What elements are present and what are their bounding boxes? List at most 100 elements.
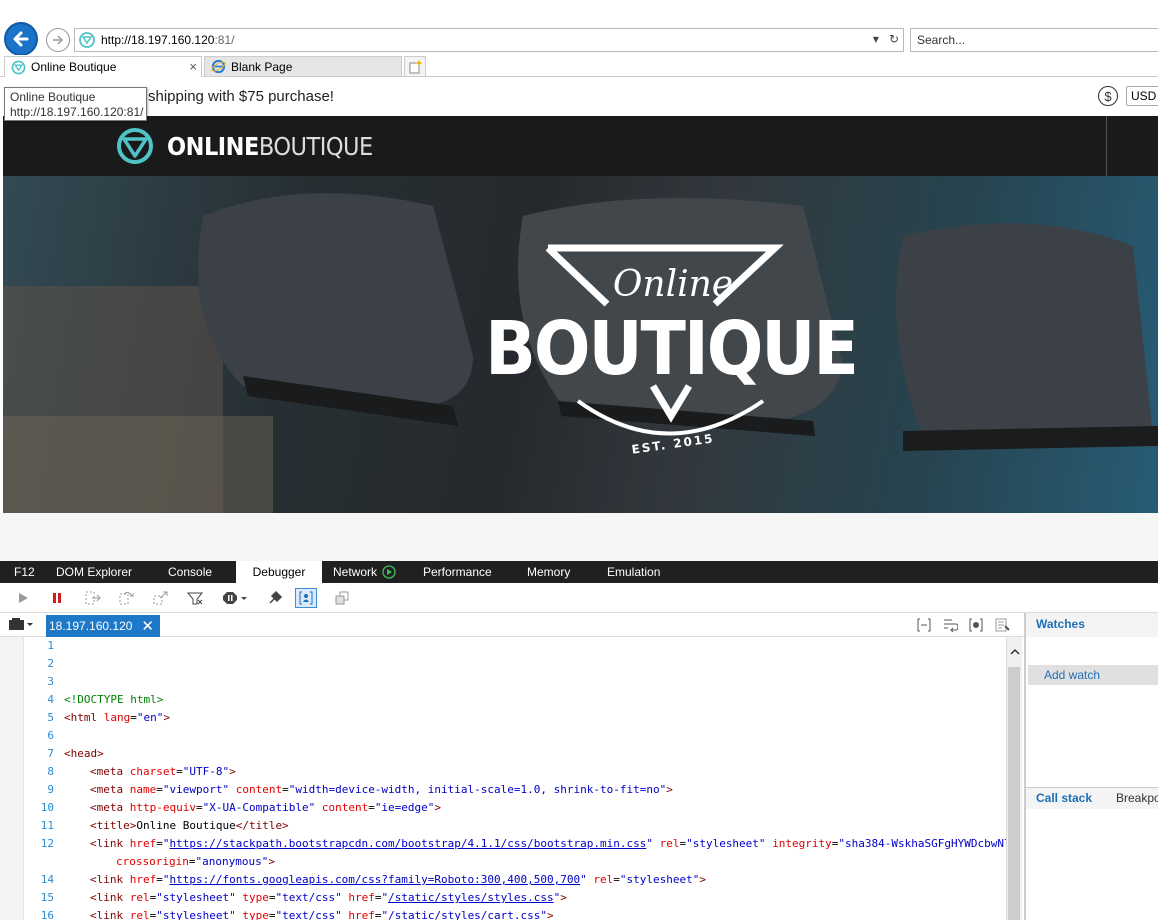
add-watch-button[interactable]: Add watch [1028,665,1158,685]
hero-script-text: Online [613,264,733,305]
code-line: 1 [47,639,54,652]
hero-image: Online BOUTIQUE EST. 2015 [3,176,1158,513]
pretty-print-button[interactable] [331,588,353,608]
code-line: 10 <meta http-equiv="X-UA-Compatible" co… [40,801,442,814]
tooltip-title: Online Boutique [10,90,96,104]
close-tab-icon[interactable]: × [189,59,197,74]
file-tab-label: 18.197.160.120 [49,619,133,633]
word-wrap-icon[interactable] [942,617,958,633]
currency-select[interactable]: USD [1126,86,1158,106]
scroll-up-icon[interactable] [1008,645,1022,659]
code-line: 11 <title>Online Boutique</title> [40,819,289,832]
tab-performance[interactable]: Performance [423,561,492,583]
folder-icon [9,618,33,630]
code-line: 4 <!DOCTYPE html> [47,693,164,706]
devtools-tab-bar: F12 DOM Explorer Console Debugger Networ… [0,561,1158,583]
code-line: 2 [47,657,54,670]
break-button[interactable] [46,588,68,608]
source-maps-icon[interactable] [994,617,1010,633]
scrollbar-thumb[interactable] [1008,667,1020,920]
exception-icon [223,592,247,604]
address-dropdown-icon[interactable]: ▾ [873,32,879,46]
tab-label: Online Boutique [31,60,117,74]
debugger-toolbar [0,583,1158,613]
tab-breakpoints[interactable]: Breakpo [1116,791,1158,805]
callstack-tab-bar: Call stack Breakpo [1026,787,1158,809]
ie-icon [211,59,226,74]
hero-title-text: BOUTIQUE [485,306,857,392]
code-line: 12 <link href="https://stackpath.bootstr… [40,837,1006,850]
code-line: 5 <html lang="en"> [47,711,170,724]
promo-text: shipping with $75 purchase! [148,88,334,105]
step-out-icon [153,591,168,605]
step-into-icon [85,591,101,605]
step-over-button[interactable] [116,588,138,608]
tab-blank-page[interactable]: Blank Page [204,56,402,77]
tab-console[interactable]: Console [168,561,212,583]
play-icon [19,593,28,603]
tab-tooltip: Online Boutique http://18.197.160.120:81… [4,87,147,121]
code-line: 7 <head> [47,747,104,760]
forward-arrow-icon [53,35,64,45]
code-line: 9 <meta name="viewport" content="width=d… [47,783,673,796]
just-my-code-button[interactable] [295,588,317,608]
exception-behavior-button[interactable] [220,588,250,608]
new-tab-button[interactable] [404,56,426,77]
breakpoint-settings-icon[interactable] [968,617,984,633]
source-code-view[interactable]: 1 2 3 4 <!DOCTYPE html> 5 <html lang="en… [0,637,1006,920]
hero-banner: Online BOUTIQUE EST. 2015 [3,176,1158,513]
code-line: 14 <link href="https://fonts.googleapis.… [40,873,706,886]
developer-tools: F12 DOM Explorer Console Debugger Networ… [0,561,1158,920]
site-header: ONLINEBOUTIQUE [3,116,1158,176]
tab-bar: Online Boutique × Blank Page [0,55,1158,77]
file-bar-tools [916,617,1010,633]
record-icon [382,565,397,579]
open-document-button[interactable] [8,617,34,631]
boutique-logo-icon [117,128,153,164]
close-file-icon[interactable]: ✕ [141,617,154,635]
file-tab-bar: 18.197.160.120 ✕ [0,613,1024,637]
code-line: 8 <meta charset="UTF-8"> [47,765,236,778]
continue-button[interactable] [12,588,34,608]
tab-label: Blank Page [231,59,293,74]
back-button[interactable] [4,22,38,56]
just-my-code-icon [299,591,313,605]
pretty-print-icon [335,591,349,605]
search-input[interactable]: Search... [910,28,1158,52]
header-divider [1106,116,1107,176]
tab-dom-explorer[interactable]: DOM Explorer [56,561,132,583]
disconnect-debugger-button[interactable] [264,588,286,608]
f12-label: F12 [14,565,35,579]
watches-header[interactable]: Watches [1026,613,1158,637]
worker-icon [186,592,204,605]
forward-button[interactable] [46,28,70,52]
refresh-icon[interactable]: ↻ [889,32,899,46]
pause-icon [53,593,61,603]
logo-text: ONLINEBOUTIQUE [167,131,373,161]
address-controls: ▾ ↻ [873,32,899,46]
new-tab-icon [409,59,422,73]
tab-online-boutique[interactable]: Online Boutique × [4,56,202,77]
debugger-side-panel: Watches Add watch Call stack Breakpo [1024,613,1158,920]
code-line: crossorigin="anonymous"> [116,855,275,868]
break-on-new-worker-button[interactable] [184,588,206,608]
tab-debugger[interactable]: Debugger [236,561,322,583]
format-code-icon[interactable] [916,617,932,633]
page-spacer [0,513,1158,561]
step-into-button[interactable] [82,588,104,608]
promo-banner: shipping with $75 purchase! $ USD [0,78,1158,116]
tab-network[interactable]: Network [333,561,397,583]
address-bar[interactable]: http://18.197.160.120:81/ ▾ ↻ [74,28,904,52]
tab-memory[interactable]: Memory [527,561,570,583]
step-out-button[interactable] [150,588,172,608]
tab-call-stack[interactable]: Call stack [1036,791,1092,805]
code-line: 15 <link rel="stylesheet" type="text/css… [40,891,567,904]
code-line: 16 <link rel="stylesheet" type="text/css… [40,909,554,920]
currency-icon: $ [1098,86,1118,106]
step-over-icon [119,591,134,605]
tab-emulation[interactable]: Emulation [607,561,660,583]
file-tab-18-197-160-120[interactable]: 18.197.160.120 ✕ [46,615,160,637]
site-logo[interactable]: ONLINEBOUTIQUE [115,126,373,166]
url-text[interactable]: http://18.197.160.120:81/ [101,33,234,47]
back-arrow-icon [13,31,29,47]
